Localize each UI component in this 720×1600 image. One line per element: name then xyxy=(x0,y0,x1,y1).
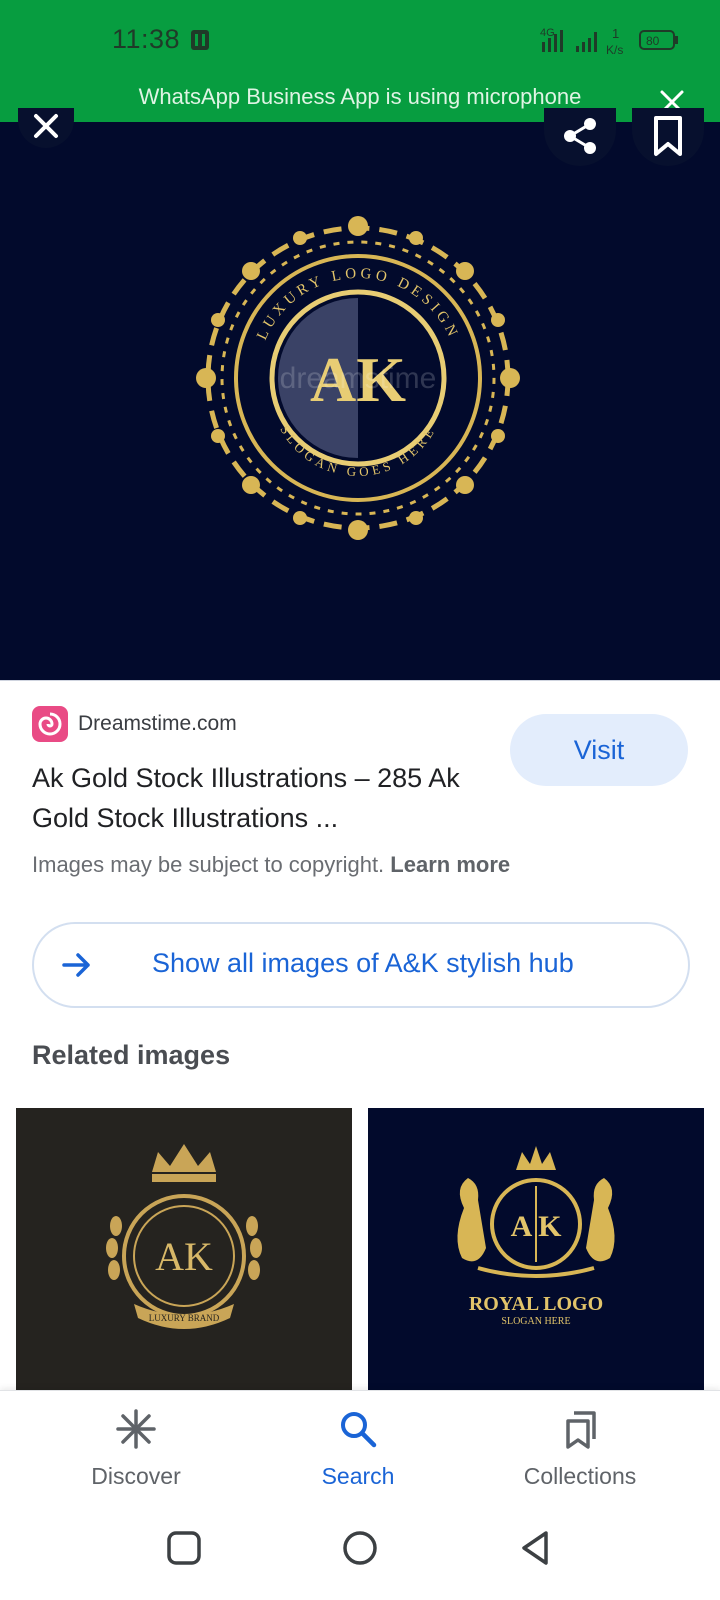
asterisk-icon xyxy=(116,1409,156,1449)
system-navigation-bar xyxy=(0,1494,720,1600)
microphone-notice: WhatsApp Business App is using microphon… xyxy=(138,84,582,109)
speed-value: 1 xyxy=(612,26,619,41)
nav-collections-label: Collections xyxy=(523,1463,637,1489)
related-logo-ribbon: LUXURY BRAND xyxy=(149,1313,220,1323)
search-icon xyxy=(341,1412,377,1448)
save-button[interactable] xyxy=(632,108,704,166)
show-all-images-button[interactable]: Show all images of A&K stylish hub xyxy=(32,922,690,1008)
source-row[interactable]: Dreamstime.com xyxy=(32,706,237,742)
copyright-text: Images may be subject to copyright. xyxy=(32,852,385,877)
royal-logo: A K ROYAL LOGO SLOGAN HERE xyxy=(457,1146,615,1327)
signal-battery-icons: 4G 1 K/s 80 xyxy=(540,26,678,57)
learn-more-link[interactable]: Learn more xyxy=(390,852,510,877)
image-preview[interactable]: LUXURY LOGO DESIGN SLOGAN GOES HERE AK d… xyxy=(0,108,720,681)
recents-square-icon[interactable] xyxy=(166,1530,202,1566)
nav-discover-label: Discover xyxy=(91,1463,181,1489)
nav-discover[interactable]: Discover xyxy=(46,1409,226,1495)
share-button[interactable] xyxy=(544,108,616,166)
nav-search[interactable]: Search xyxy=(268,1409,448,1495)
status-time: 11:38 xyxy=(112,24,181,54)
battery-level: 80 xyxy=(646,34,660,48)
collections-icon xyxy=(566,1411,596,1449)
related-logo-letters: A K xyxy=(511,1210,563,1243)
bottom-navigation: Discover Search Collections xyxy=(0,1390,720,1495)
home-circle-icon[interactable] xyxy=(342,1530,378,1566)
back-triangle-icon[interactable] xyxy=(518,1530,554,1566)
related-image[interactable]: AK LUXURY BRAND xyxy=(16,1108,352,1390)
network-type-label: 4G xyxy=(540,27,555,39)
show-all-label: Show all images of A&K stylish hub xyxy=(152,948,574,978)
speed-unit: K/s xyxy=(606,43,623,57)
related-logo-line2: SLOGAN HERE xyxy=(501,1316,570,1327)
related-image[interactable]: A K ROYAL LOGO SLOGAN HERE xyxy=(368,1108,704,1390)
source-name: Dreamstime.com xyxy=(78,712,237,735)
visit-button[interactable]: Visit xyxy=(510,714,688,786)
arrow-right-icon xyxy=(62,953,90,977)
share-icon xyxy=(564,118,596,154)
sim-card-icon xyxy=(191,30,209,50)
nav-search-label: Search xyxy=(321,1463,395,1489)
dreamstime-icon xyxy=(32,706,68,742)
nav-collections[interactable]: Collections xyxy=(490,1409,670,1495)
close-button[interactable] xyxy=(18,108,74,148)
related-images-heading: Related images xyxy=(32,1040,231,1070)
ak-crown-logo: AK LUXURY BRAND xyxy=(106,1144,262,1329)
result-title[interactable]: Ak Gold Stock Illustrations – 285 Ak Gol… xyxy=(32,758,482,838)
related-logo-line1: ROYAL LOGO xyxy=(469,1293,603,1315)
copyright-notice: Images may be subject to copyright. Lear… xyxy=(32,852,510,878)
status-bar: 11:38 4G 1 K/s 80 WhatsApp Business App … xyxy=(0,0,720,122)
bookmark-icon xyxy=(654,116,682,156)
watermark: dreamstime xyxy=(280,362,437,395)
ak-luxury-logo: LUXURY LOGO DESIGN SLOGAN GOES HERE AK d… xyxy=(196,216,520,540)
close-icon xyxy=(34,114,58,138)
related-logo-letters: AK xyxy=(155,1234,213,1279)
